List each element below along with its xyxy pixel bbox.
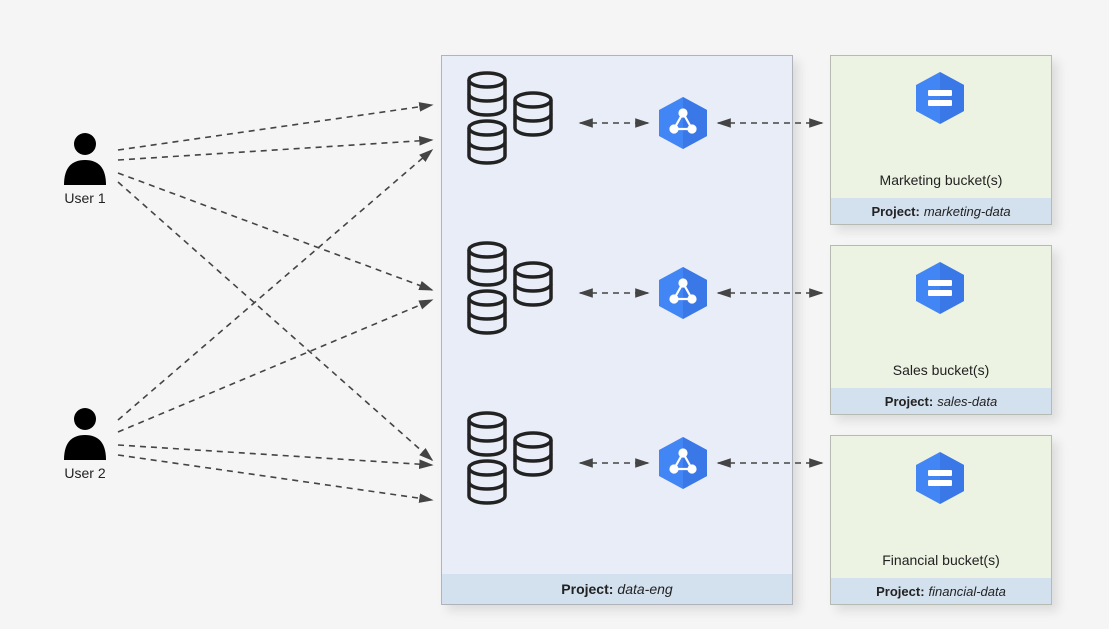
bucket-financial-prefix: Project: bbox=[876, 584, 924, 599]
project-label-name: data-eng bbox=[617, 581, 672, 597]
db-cluster-2 bbox=[455, 240, 565, 340]
bucket-financial-footer: Project: financial-data bbox=[831, 578, 1051, 604]
dataproc-icon-1 bbox=[655, 95, 711, 151]
db-cluster-1 bbox=[455, 70, 565, 170]
bucket-financial-name: financial-data bbox=[929, 584, 1006, 599]
bucket-sales-prefix: Project: bbox=[885, 394, 933, 409]
user-2-label: User 2 bbox=[45, 465, 125, 481]
bucket-financial-title: Financial bucket(s) bbox=[831, 546, 1051, 574]
db-cluster-3 bbox=[455, 410, 565, 510]
bucket-marketing-title: Marketing bucket(s) bbox=[831, 166, 1051, 194]
bucket-sales-title: Sales bucket(s) bbox=[831, 356, 1051, 384]
storage-icon-sales bbox=[912, 260, 968, 316]
user-icon-2 bbox=[60, 405, 110, 460]
bucket-sales-name: sales-data bbox=[937, 394, 997, 409]
storage-icon-marketing bbox=[912, 70, 968, 126]
bucket-marketing-name: marketing-data bbox=[924, 204, 1011, 219]
bucket-sales-footer: Project: sales-data bbox=[831, 388, 1051, 414]
diagram-canvas: Project: data-eng Marketing bucket(s) Pr… bbox=[0, 0, 1109, 629]
user-icon-1 bbox=[60, 130, 110, 185]
bucket-marketing-footer: Project: marketing-data bbox=[831, 198, 1051, 224]
project-label-prefix: Project: bbox=[561, 581, 613, 597]
user-1-label: User 1 bbox=[45, 190, 125, 206]
project-data-eng-footer: Project: data-eng bbox=[442, 574, 792, 604]
storage-icon-financial bbox=[912, 450, 968, 506]
dataproc-icon-2 bbox=[655, 265, 711, 321]
dataproc-icon-3 bbox=[655, 435, 711, 491]
bucket-marketing-prefix: Project: bbox=[871, 204, 919, 219]
